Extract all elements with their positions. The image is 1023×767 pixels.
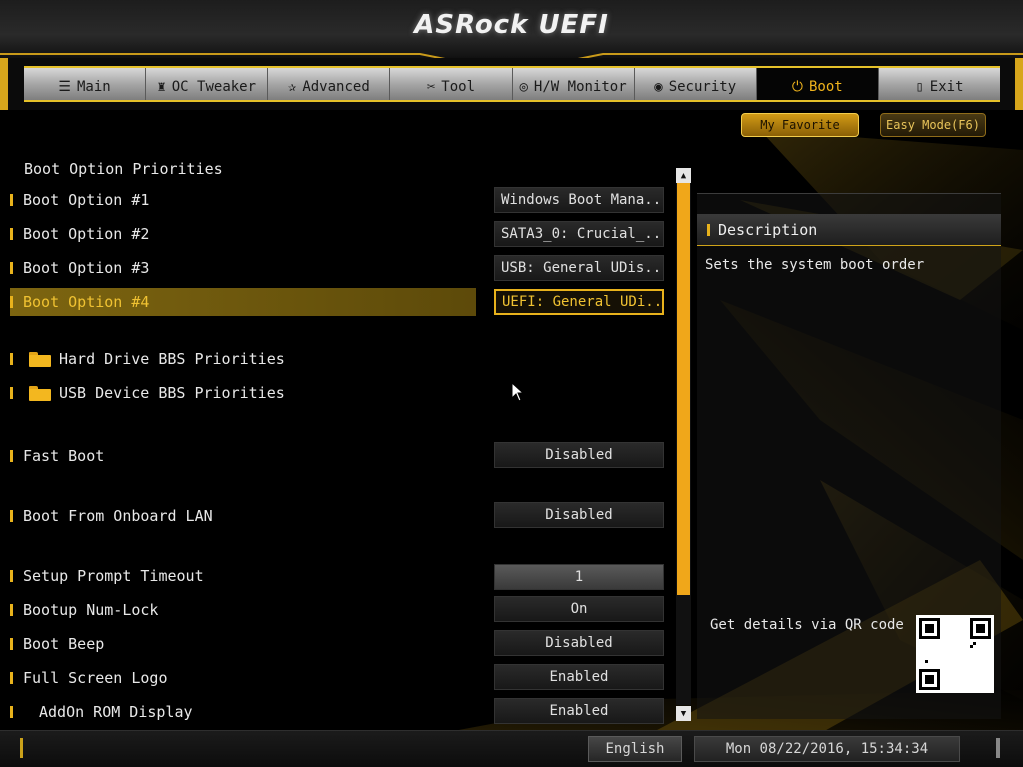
tab-exit[interactable]: ▯ Exit [879, 68, 1000, 100]
boot-option-1-row[interactable]: Boot Option #1 [10, 186, 476, 214]
status-bar-marker [20, 738, 23, 758]
addon-rom-label: AddOn ROM Display [39, 703, 193, 721]
tab-label: OC Tweaker [171, 79, 257, 95]
row-marker [10, 510, 13, 522]
row-marker [10, 353, 13, 365]
star-icon: ✰ [287, 79, 297, 95]
tab-label: Boot [808, 79, 843, 95]
tab-boot[interactable]: ⏻ Boot [756, 68, 879, 100]
row-marker [10, 570, 13, 582]
tab-h-w-monitor[interactable]: ◎ H/W Monitor [513, 68, 635, 100]
row-marker [10, 387, 13, 399]
row-marker [10, 638, 13, 650]
onboard-lan-label: Boot From Onboard LAN [23, 507, 213, 525]
tab-oc-tweaker[interactable]: ♜ OC Tweaker [146, 68, 269, 100]
fast-boot-row[interactable]: Fast Boot [10, 442, 476, 470]
boot-option-3-value[interactable]: USB: General UDis... [494, 255, 664, 281]
addon-rom-row[interactable]: AddOn ROM Display [10, 698, 476, 726]
rocket-icon: ♜ [157, 79, 166, 95]
tab-security[interactable]: ◉ Security [635, 68, 757, 100]
boot-option-1-label: Boot Option #1 [23, 191, 150, 209]
folder-icon [29, 385, 51, 401]
hard-drive-bbs-label: Hard Drive BBS Priorities [59, 350, 285, 368]
onboard-lan-value[interactable]: Disabled [494, 502, 664, 528]
row-marker [10, 194, 13, 206]
tab-label: Security [668, 79, 737, 95]
shield-icon: ◉ [654, 79, 663, 95]
nav-edge-left [0, 58, 8, 110]
description-title: Description [718, 220, 818, 239]
full-screen-logo-label: Full Screen Logo [23, 669, 168, 687]
prompt-timeout-input[interactable]: 1 [494, 564, 664, 590]
boot-option-3-label: Boot Option #3 [23, 259, 150, 277]
power-icon: ⏻ [791, 79, 803, 95]
row-marker [10, 672, 13, 684]
tab-tool[interactable]: ✂ Tool [390, 68, 513, 100]
section-title: Boot Option Priorities [24, 160, 223, 178]
exit-door-icon: ▯ [915, 79, 924, 95]
boot-option-2-row[interactable]: Boot Option #2 [10, 220, 476, 248]
boot-option-4-row[interactable]: Boot Option #4 [10, 288, 476, 316]
language-button[interactable]: English [588, 736, 682, 762]
tab-label: Advanced [302, 79, 370, 95]
boot-option-3-row[interactable]: Boot Option #3 [10, 254, 476, 282]
my-favorite-button[interactable]: My Favorite [741, 113, 859, 137]
row-marker [10, 296, 13, 308]
scroll-up-icon[interactable]: ▲ [676, 168, 691, 183]
main-nav: ☰ Main ♜ OC Tweaker ✰ Advanced ✂ Tool ◎ H/W Monit… [24, 66, 1000, 102]
addon-rom-value[interactable]: Enabled [494, 698, 664, 724]
status-bar-end-marker [996, 738, 1000, 758]
scrollbar-thumb[interactable] [677, 183, 690, 595]
boot-beep-value[interactable]: Disabled [494, 630, 664, 656]
qr-code-label: Get details via QR code [710, 617, 904, 633]
boot-option-4-label: Boot Option #4 [23, 293, 150, 311]
boot-option-1-value[interactable]: Windows Boot Mana... [494, 187, 664, 213]
boot-option-4-value[interactable]: UEFI: General UDi... [494, 289, 664, 315]
row-marker [10, 228, 13, 240]
row-marker [10, 450, 13, 462]
mouse-pointer-icon [511, 382, 525, 402]
tools-icon: ✂ [426, 79, 436, 95]
description-text: Sets the system boot order [705, 257, 925, 273]
usb-device-bbs-row[interactable]: USB Device BBS Priorities [10, 379, 476, 407]
tab-label: Exit [929, 79, 964, 95]
description-header: Description [697, 214, 1001, 246]
list-icon: ☰ [58, 79, 71, 95]
tab-label: Main [76, 79, 111, 95]
num-lock-label: Bootup Num-Lock [23, 601, 159, 619]
row-marker [10, 604, 13, 616]
monitor-icon: ◎ [519, 79, 528, 95]
tab-label: Tool [441, 79, 476, 95]
usb-device-bbs-label: USB Device BBS Priorities [59, 384, 285, 402]
full-screen-logo-row[interactable]: Full Screen Logo [10, 664, 476, 692]
boot-option-2-label: Boot Option #2 [23, 225, 150, 243]
prompt-timeout-label: Setup Prompt Timeout [23, 567, 204, 585]
full-screen-logo-value[interactable]: Enabled [494, 664, 664, 690]
onboard-lan-row[interactable]: Boot From Onboard LAN [10, 502, 476, 530]
tab-main[interactable]: ☰ Main [24, 68, 147, 100]
row-marker [10, 262, 13, 274]
date-time-display: Mon 08/22/2016, 15:34:34 [694, 736, 960, 762]
tab-label: H/W Monitor [533, 79, 627, 95]
boot-beep-label: Boot Beep [23, 635, 105, 653]
fast-boot-value[interactable]: Disabled [494, 442, 664, 468]
num-lock-value[interactable]: On [494, 596, 664, 622]
easy-mode-button[interactable]: Easy Mode(F6) [880, 113, 986, 137]
folder-icon [29, 351, 51, 367]
row-marker [10, 706, 13, 718]
boot-beep-row[interactable]: Boot Beep [10, 630, 476, 658]
qr-code-icon [916, 615, 994, 693]
prompt-timeout-row[interactable]: Setup Prompt Timeout [10, 562, 476, 590]
nav-edge-right [1015, 58, 1023, 110]
boot-option-2-value[interactable]: SATA3_0: Crucial_... [494, 221, 664, 247]
scroll-down-icon[interactable]: ▼ [676, 706, 691, 721]
hard-drive-bbs-row[interactable]: Hard Drive BBS Priorities [10, 345, 476, 373]
row-marker [707, 223, 710, 236]
num-lock-row[interactable]: Bootup Num-Lock [10, 596, 476, 624]
tab-advanced[interactable]: ✰ Advanced [268, 68, 391, 100]
fast-boot-label: Fast Boot [23, 447, 105, 465]
brand-logo: ASRock UEFI [414, 10, 609, 40]
